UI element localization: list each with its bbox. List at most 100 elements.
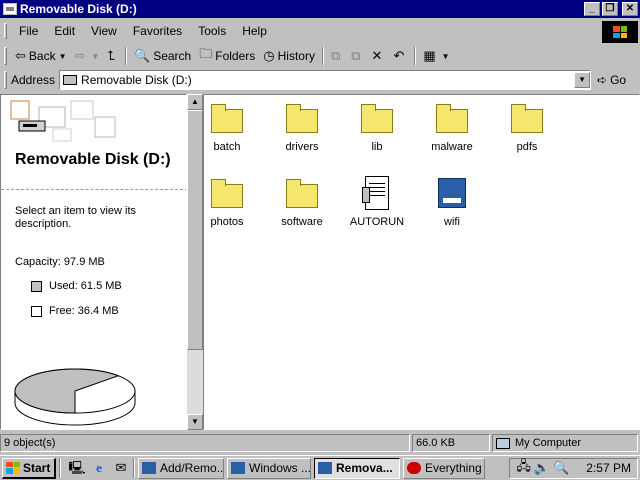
drive-banner	[1, 95, 186, 147]
window-app-icon	[318, 462, 332, 474]
title-bar[interactable]: Removable Disk (D:) _ ❐ ✕	[0, 0, 640, 18]
back-arrow-icon: ⇦	[15, 48, 26, 63]
everything-search-icon	[407, 462, 421, 474]
search-button[interactable]: 🔍 Search	[130, 45, 195, 67]
menu-grip[interactable]	[4, 23, 7, 39]
taskbar-separator	[59, 458, 61, 478]
status-zone: My Computer	[492, 434, 638, 452]
standard-toolbar: ⇦ Back ▼ ⇨ ▼ ⮤ 🔍 Search 🗀 Folders ◷ Hist…	[0, 44, 640, 68]
task-button-2[interactable]: Remova...	[314, 457, 400, 479]
menu-file[interactable]: File	[11, 22, 46, 40]
drive-banner-graphic	[9, 99, 117, 142]
history-button[interactable]: ◷ History	[259, 45, 319, 67]
address-dropdown-icon[interactable]: ▼	[574, 72, 591, 88]
folders-label: Folders	[215, 49, 256, 63]
menu-tools[interactable]: Tools	[190, 22, 234, 40]
minimize-button[interactable]: _	[584, 2, 600, 16]
pane-title: Removable Disk (D:)	[15, 151, 171, 168]
toolbar-separator	[321, 47, 324, 65]
file-item-wifi[interactable]: wifi	[417, 176, 487, 228]
menu-favorites[interactable]: Favorites	[125, 22, 190, 40]
move-to-icon: ⧉	[330, 48, 341, 63]
internet-explorer-icon[interactable]: e	[90, 459, 108, 477]
forward-dropdown-icon[interactable]: ▼	[91, 52, 99, 61]
start-button[interactable]: Start	[2, 457, 56, 479]
folder-icon-shape	[211, 104, 243, 133]
views-button[interactable]: ▦ ▼	[419, 45, 453, 67]
file-item-lib[interactable]: lib	[342, 101, 412, 153]
info-pane: Removable Disk (D:) Select an item to vi…	[0, 94, 187, 430]
toolbar-grip[interactable]	[4, 47, 7, 65]
wifi-app-icon-shape	[438, 178, 466, 208]
folder-icon-shape	[286, 104, 318, 133]
close-button[interactable]: ✕	[622, 2, 638, 16]
delete-button[interactable]: ✕	[368, 45, 390, 67]
folder-icon	[207, 176, 247, 212]
toolbar-separator	[125, 47, 128, 65]
scroll-down-icon[interactable]: ▼	[187, 414, 203, 430]
task-button-3[interactable]: Everything	[403, 457, 485, 479]
folder-icon	[357, 101, 397, 137]
file-item-drivers[interactable]: drivers	[267, 101, 337, 153]
task-button-1[interactable]: Windows ...	[227, 457, 311, 479]
drive-icon	[63, 75, 78, 85]
used-text: Used: 61.5 MB	[49, 280, 122, 292]
folder-icon-shape	[211, 179, 243, 208]
outlook-express-icon[interactable]: ✉	[112, 459, 130, 477]
taskbar: Start 🖳 e ✉ Add/Remo... Windows ... Remova…	[0, 455, 640, 480]
task-label: Remova...	[336, 461, 393, 475]
search-tray-icon[interactable]: 🔍	[553, 460, 569, 476]
menu-help[interactable]: Help	[234, 22, 275, 40]
file-item-pdfs[interactable]: pdfs	[492, 101, 562, 153]
task-buttons: Add/Remo... Windows ... Remova... Everythin…	[138, 457, 488, 479]
search-icon: 🔍	[134, 48, 151, 63]
network-tray-icon[interactable]: 🖧	[516, 457, 531, 479]
folder-icon-shape	[361, 104, 393, 133]
go-label: Go	[610, 73, 627, 87]
menu-edit[interactable]: Edit	[46, 22, 83, 40]
file-label: drivers	[285, 141, 319, 153]
file-item-batch[interactable]: batch	[192, 101, 262, 153]
show-desktop-icon[interactable]: 🖳	[68, 459, 86, 477]
folder-icon	[207, 101, 247, 137]
free-swatch	[31, 305, 42, 317]
forward-button[interactable]: ⇨ ▼	[71, 45, 104, 67]
address-grip[interactable]	[4, 71, 7, 89]
address-value[interactable]: Removable Disk (D:)	[81, 73, 574, 87]
volume-tray-icon[interactable]: 🔈	[534, 460, 550, 476]
file-label: wifi	[444, 216, 460, 228]
task-button-0[interactable]: Add/Remo...	[138, 457, 224, 479]
move-to-button[interactable]: ⧉	[327, 45, 347, 67]
address-field[interactable]: Removable Disk (D:) ▼	[59, 70, 592, 90]
windows-flag-icon	[613, 26, 627, 38]
taskbar-separator	[133, 458, 135, 478]
folder-icon	[507, 101, 547, 137]
folders-button[interactable]: 🗀 Folders	[195, 45, 259, 67]
file-label: photos	[210, 216, 244, 228]
task-label: Windows ...	[249, 461, 311, 475]
clock[interactable]: 2:57 PM	[586, 461, 631, 475]
restore-button[interactable]: ❐	[602, 2, 618, 16]
wifi-app-icon	[432, 176, 472, 212]
menu-view[interactable]: View	[83, 22, 125, 40]
copy-to-button[interactable]: ⧉	[347, 45, 367, 67]
pane-hint: Select an item to view its description.	[15, 205, 137, 230]
drive-icon	[3, 3, 17, 15]
history-label: History	[277, 49, 315, 63]
file-item-malware[interactable]: malware	[417, 101, 487, 153]
back-label: Back	[28, 49, 56, 63]
views-dropdown-icon[interactable]: ▼	[442, 52, 450, 61]
status-objects: 9 object(s)	[0, 434, 410, 452]
file-label: batch	[213, 141, 241, 153]
file-item-photos[interactable]: photos	[192, 176, 262, 228]
up-button[interactable]: ⮤	[103, 45, 122, 67]
back-dropdown-icon[interactable]: ▼	[59, 52, 67, 61]
undo-button[interactable]: ↶	[389, 45, 411, 67]
status-zone-label: My Computer	[515, 437, 582, 449]
file-item-software[interactable]: software	[267, 176, 337, 228]
search-label: Search	[153, 49, 192, 63]
views-icon: ▦	[423, 48, 436, 63]
file-item-autorun[interactable]: AUTORUN	[342, 176, 412, 228]
go-button[interactable]: ➪ Go	[597, 73, 626, 87]
back-button[interactable]: ⇦ Back ▼	[11, 45, 71, 67]
